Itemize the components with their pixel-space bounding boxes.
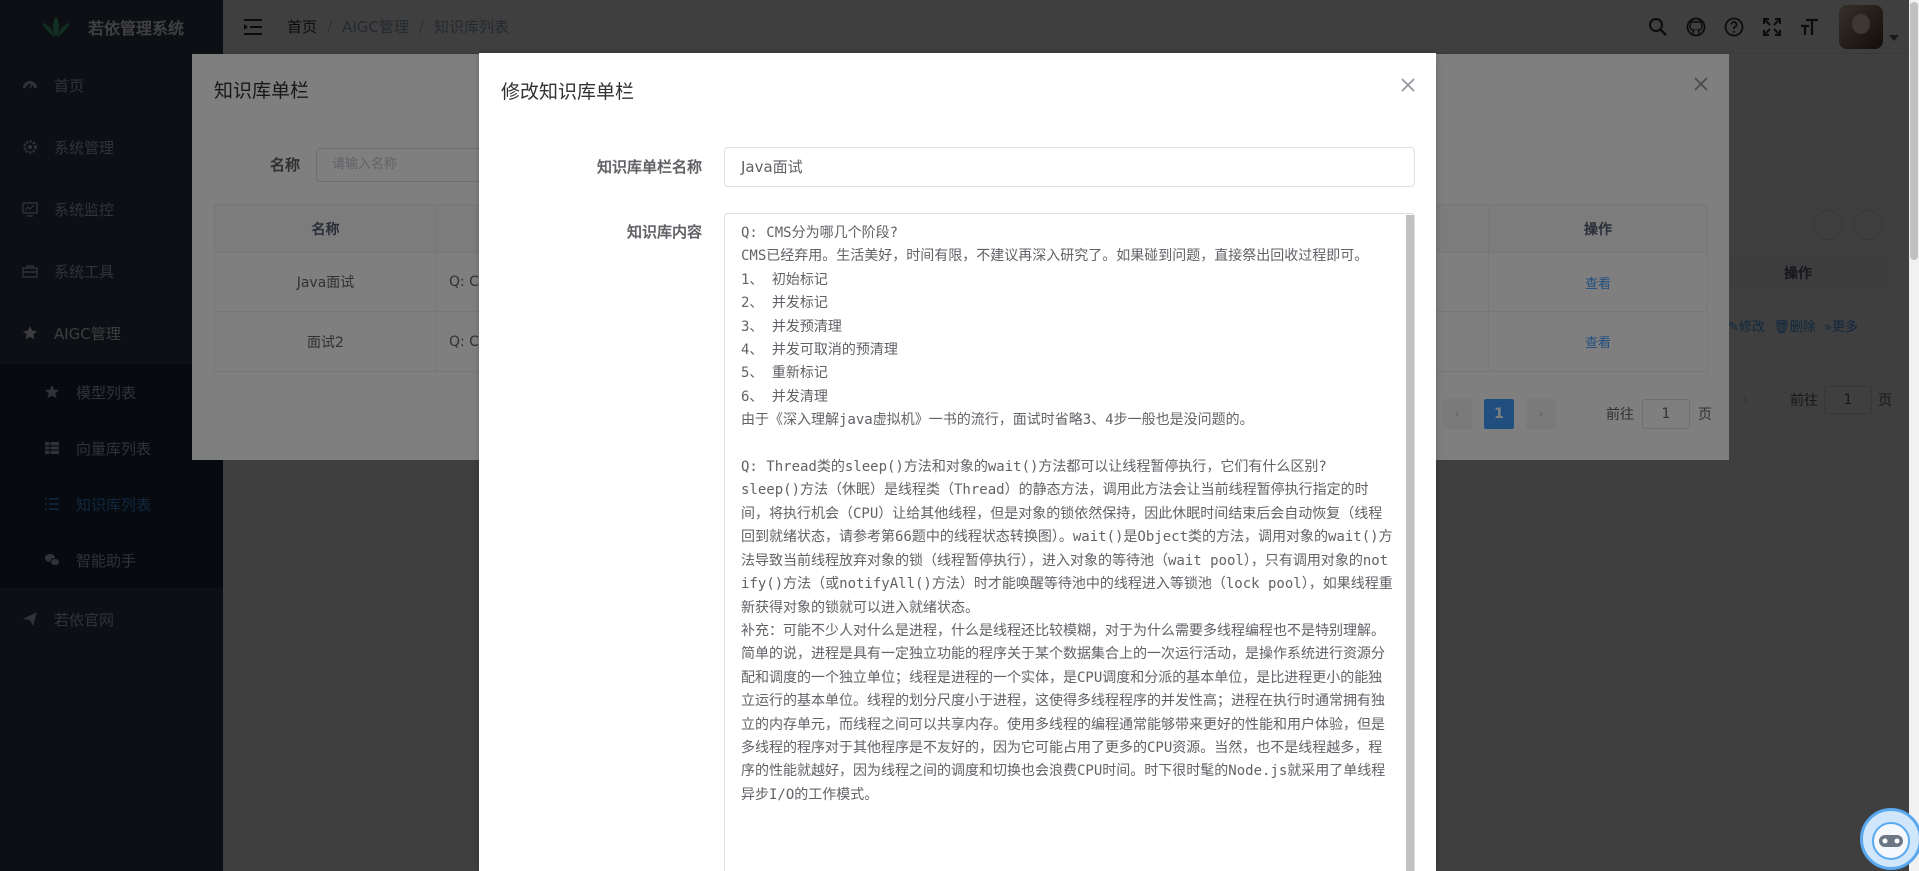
content-textarea[interactable]: Q: CMS分为哪几个阶段? CMS已经弃用。生活美好，时间有限，不建议再深入研… [724,213,1415,871]
scrollbar-thumb[interactable] [1910,2,1918,260]
dialog-title: 修改知识库单栏 [501,81,635,103]
name-field-label: 知识库单栏名称 [596,158,702,176]
page-scrollbar[interactable] [1909,0,1919,871]
edit-knowledge-dialog: 修改知识库单栏 知识库单栏名称 Java面试 知识库内容 Q: CMS分为哪几个… [479,53,1436,871]
column-name-input[interactable]: Java面试 [724,147,1415,187]
content-field-label: 知识库内容 [626,223,702,241]
close-icon[interactable] [1400,77,1416,93]
robot-icon [1872,822,1910,860]
textarea-scrollbar[interactable] [1406,215,1414,871]
assistant-bubble[interactable] [1860,808,1919,870]
